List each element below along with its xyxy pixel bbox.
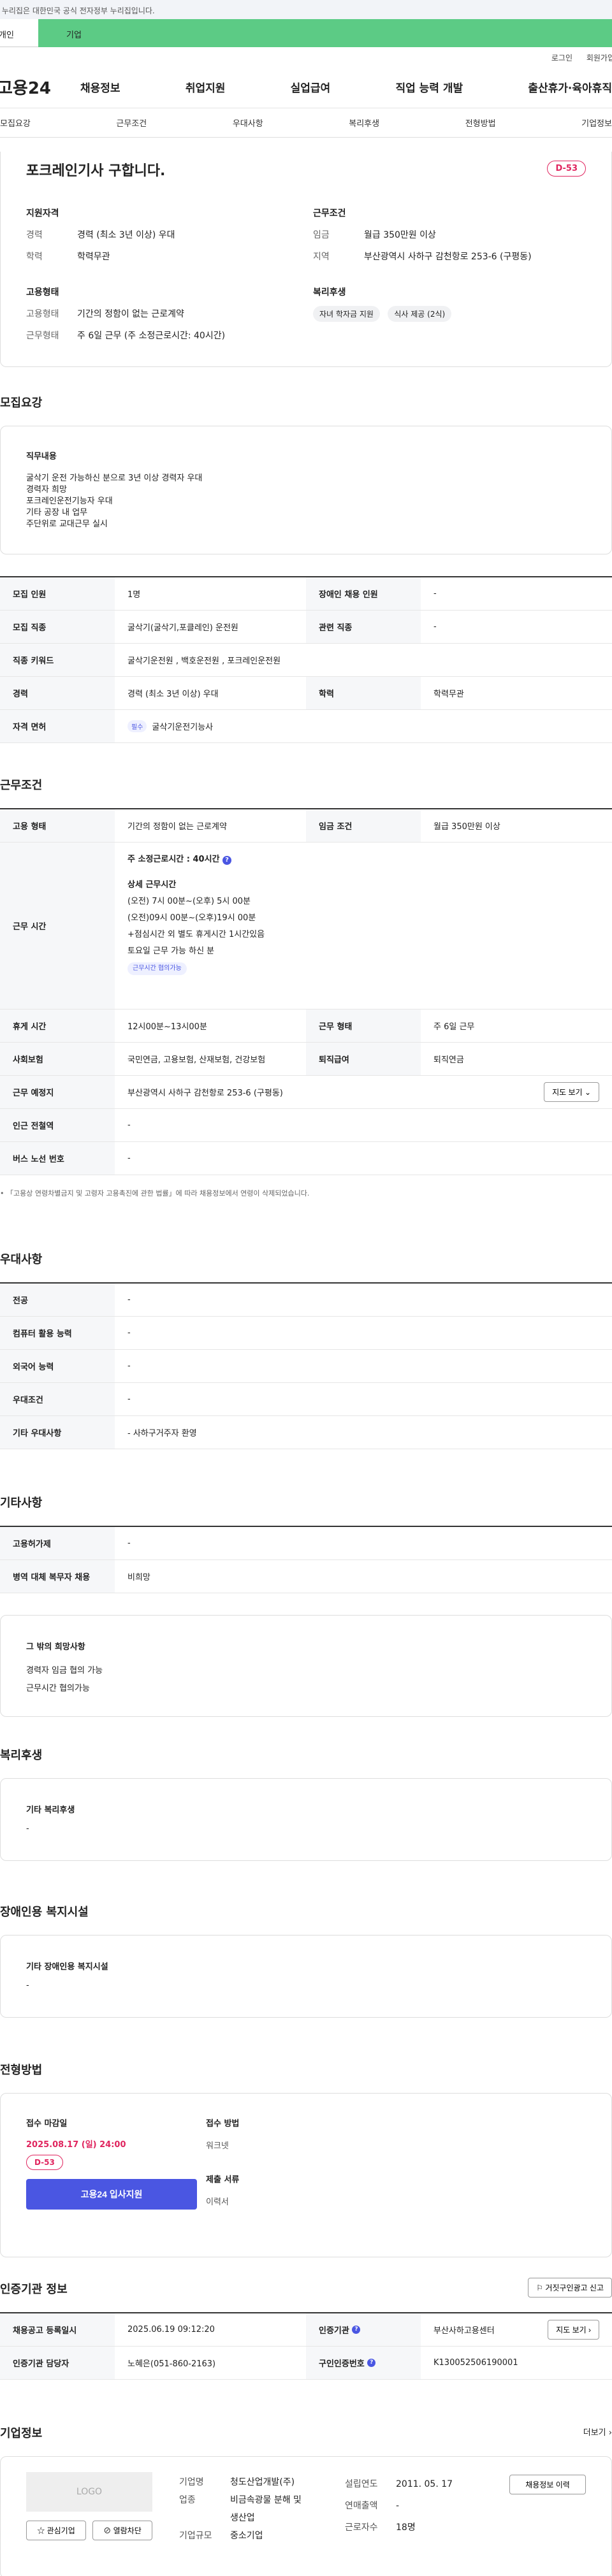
user-type-tabs: 개인 기업 <box>0 19 612 47</box>
time-tag: 근무시간 협의가능 <box>127 962 187 975</box>
signup-link[interactable]: 회원가입 <box>586 54 612 62</box>
report-button[interactable]: ⚐ 거짓구인광고 신고 <box>528 2278 612 2297</box>
global-nav: 고용24 채용정보 취업지원 실업급여 직업 능력 개발 출산휴가·육아휴직 <box>0 66 612 108</box>
duty-box: 직무내용 굴삭기 운전 가능하신 분으로 3년 이상 경력자 우대 경력자 희망… <box>0 426 612 554</box>
login-link[interactable]: 로그인 <box>551 54 572 62</box>
cond-block: 근무조건 임금 월급 350만원 이상 지역 부산광역시 사하구 감천항로 253-… <box>313 206 532 268</box>
star-icon: ☆ <box>37 2526 45 2535</box>
subnav-work[interactable]: 근무조건 <box>116 117 147 129</box>
pref-table: 전공 - 컴퓨터 활용 능력 - 외국어 능력 - 우대조건 - 기타 우대사항 - 사하… <box>0 1282 612 1449</box>
apply-button[interactable]: 고용24 입사지원 <box>26 2179 197 2210</box>
welfare-tag: 자녀 학자금 지원 <box>313 306 380 322</box>
work-title: 근무조건 <box>0 779 43 792</box>
gov-banner: 이 누리집은 대한민국 공식 전자정부 누리집입니다. <box>0 0 612 19</box>
info-icon[interactable]: ? <box>367 2359 376 2367</box>
recruit-title: 모집요강 <box>0 396 43 410</box>
duty-title: 직무내용 <box>26 452 57 461</box>
map-view-button[interactable]: 지도 보기 ⌄ <box>544 1082 599 1102</box>
process-section: 전형방법 접수 마감일 2025.08.17 (일) 24:00 D-53 고용… <box>0 2061 612 2257</box>
etc-section: 기타사항 고용허가제 - 병역 대체 복무자 채용 비희망 그 밖의 희망사항 경력… <box>0 1494 612 1717</box>
info-icon[interactable]: ? <box>222 856 232 865</box>
etc-table: 고용허가제 - 병역 대체 복무자 채용 비희망 <box>0 1526 612 1593</box>
job-title: 포크레인기사 구합니다. <box>26 163 166 179</box>
table-row: 자격 면허 필수 굴삭기운전기능사 <box>0 710 612 743</box>
qual-title: 지원자격 <box>26 208 59 219</box>
work-time-main: 주 소정근로시간 : 40시간 <box>127 855 220 864</box>
etc-title: 기타사항 <box>0 1496 43 1510</box>
work-table: 고용 형태 기간의 정함이 없는 근로계약 임금 조건 월급 350만원 이상 근무… <box>0 808 612 1175</box>
table-row: 직종 키워드 굴삭기운전원 , 백호운전원 , 포크레인운전원 <box>0 644 612 677</box>
subnav-recruit[interactable]: 모집요강 <box>0 117 31 129</box>
summary-card: 포크레인기사 구합니다. D-53 지원자격 경력 경력 (최소 3년 이상) 우… <box>0 152 612 367</box>
gnb-employment-support[interactable]: 취업지원 <box>186 79 226 95</box>
gnb-training[interactable]: 직업 능력 개발 <box>395 79 463 95</box>
duty-line: 포크레인운전기능자 우대 <box>26 496 113 506</box>
block-icon: ⊘ <box>103 2526 112 2535</box>
duty-line: 경력자 희망 <box>26 485 67 495</box>
chevron-right-icon: › <box>588 2326 591 2334</box>
facility-section: 장애인용 복지시설 기타 장애인용 복지시설 - <box>0 1903 612 2018</box>
welfare-section-title: 복리후생 <box>0 1749 43 1762</box>
qual-block: 지원자격 경력 경력 (최소 3년 이상) 우대 학력 학력무관 <box>26 206 175 268</box>
facility-title: 장애인용 복지시설 <box>0 1906 89 1919</box>
job-history-button[interactable]: 채용정보 이력 <box>509 2475 586 2494</box>
chevron-right-icon: › <box>608 2428 612 2438</box>
welfare-tag: 식사 제공 (2식) <box>388 306 452 322</box>
tab-company[interactable]: 기업 <box>38 19 612 47</box>
wish-box: 그 밖의 희망사항 경력자 임금 협의 가능 근무시간 협의가능 <box>0 1615 612 1717</box>
interest-button[interactable]: ☆ 관심기업 <box>26 2521 86 2540</box>
emp-block: 고용형태 고용형태 기간의 정함이 없는 근로계약 근무형태 주 6일 근무 (주 … <box>26 286 225 347</box>
gnb-menu: 채용정보 취업지원 실업급여 직업 능력 개발 출산휴가·육아휴직 <box>74 79 612 95</box>
company-logo: LOGO <box>26 2472 152 2512</box>
gnb-jobs[interactable]: 채용정보 <box>80 79 120 95</box>
welfare-title: 복리후생 <box>313 287 346 298</box>
welfare-block: 복리후생 자녀 학자금 지원 식사 제공 (2식) <box>313 286 452 322</box>
welfare-section: 복리후생 기타 복리후생 - <box>0 1746 612 1861</box>
age-note: • 「고용상 연령차별금지 및 고령자 고용촉진에 관한 법률」에 따라 채용정… <box>0 1189 310 1198</box>
company-more-link[interactable]: 더보기 › <box>583 2426 612 2438</box>
work-section: 근무조건 고용 형태 기간의 정함이 없는 근로계약 임금 조건 월급 350만원 … <box>0 776 612 1198</box>
block-button[interactable]: ⊘ 열람차단 <box>92 2521 152 2540</box>
chevron-down-icon: ⌄ <box>584 1088 591 1097</box>
duty-line: 주단위로 교대근무 실시 <box>26 519 108 529</box>
report-icon: ⚐ <box>536 2283 543 2292</box>
emp-title: 고용형태 <box>26 287 59 298</box>
dday-badge: D-53 <box>547 161 586 177</box>
utility-links: 로그인 회원가입 <box>0 47 612 66</box>
duty-line: 기타 공장 내 업무 <box>26 508 88 517</box>
required-tag: 필수 <box>127 720 147 732</box>
gnb-unemployment[interactable]: 실업급여 <box>291 79 331 95</box>
table-row: 모집 인원 1명 장애인 채용 인원 - <box>0 577 612 611</box>
cond-title: 근무조건 <box>313 208 346 219</box>
table-row: 모집 직종 굴삭기(굴삭기,포클레인) 운전원 관련 직종 - <box>0 611 612 644</box>
subnav-welfare[interactable]: 복리후생 <box>349 117 379 129</box>
gov-banner-text: 이 누리집은 대한민국 공식 전자정부 누리집입니다. <box>0 6 155 15</box>
pref-section: 우대사항 전공 - 컴퓨터 활용 능력 - 외국어 능력 - 우대조건 - 기타 우대사… <box>0 1250 612 1449</box>
deadline-date: 2025.08.17 (일) 24:00 <box>26 2140 126 2150</box>
recruit-section: 모집요강 직무내용 굴삭기 운전 가능하신 분으로 3년 이상 경력자 우대 경… <box>0 394 612 743</box>
cert-map-button[interactable]: 지도 보기 › <box>548 2320 599 2340</box>
pref-title: 우대사항 <box>0 1253 43 1266</box>
info-icon[interactable]: ? <box>352 2326 361 2334</box>
table-row: 경력 경력 (최소 3년 이상) 우대 학력 학력무관 <box>0 677 612 710</box>
cert-title: 인증기관 정보 <box>0 2283 68 2296</box>
subnav-company[interactable]: 기업정보 <box>581 117 612 129</box>
duty-line: 굴삭기 운전 가능하신 분으로 3년 이상 경력자 우대 <box>26 474 203 483</box>
gnb-leave[interactable]: 출산휴가·육아휴직 <box>528 79 612 95</box>
subnav-pref[interactable]: 우대사항 <box>233 117 263 129</box>
site-logo[interactable]: 고용24 <box>0 75 74 99</box>
cert-section: 인증기관 정보 ⚐ 거짓구인광고 신고 채용공고 등록일시 2025.06.19 … <box>0 2278 612 2380</box>
process-title: 전형방법 <box>0 2064 43 2077</box>
recruit-table: 모집 인원 1명 장애인 채용 인원 - 모집 직종 굴삭기(굴삭기,포클레인) 운전… <box>0 576 612 743</box>
company-section: 기업정보 더보기 › LOGO ☆ 관심기업 ⊘ 열람차단 기업명 청도산업개발(… <box>0 2424 612 2576</box>
subnav-process[interactable]: 전형방법 <box>465 117 496 129</box>
tab-personal[interactable]: 개인 <box>0 19 38 47</box>
company-title: 기업정보 <box>0 2427 43 2440</box>
section-subnav: 모집요강 근무조건 우대사항 복리후생 전형방법 기업정보 <box>0 108 612 138</box>
